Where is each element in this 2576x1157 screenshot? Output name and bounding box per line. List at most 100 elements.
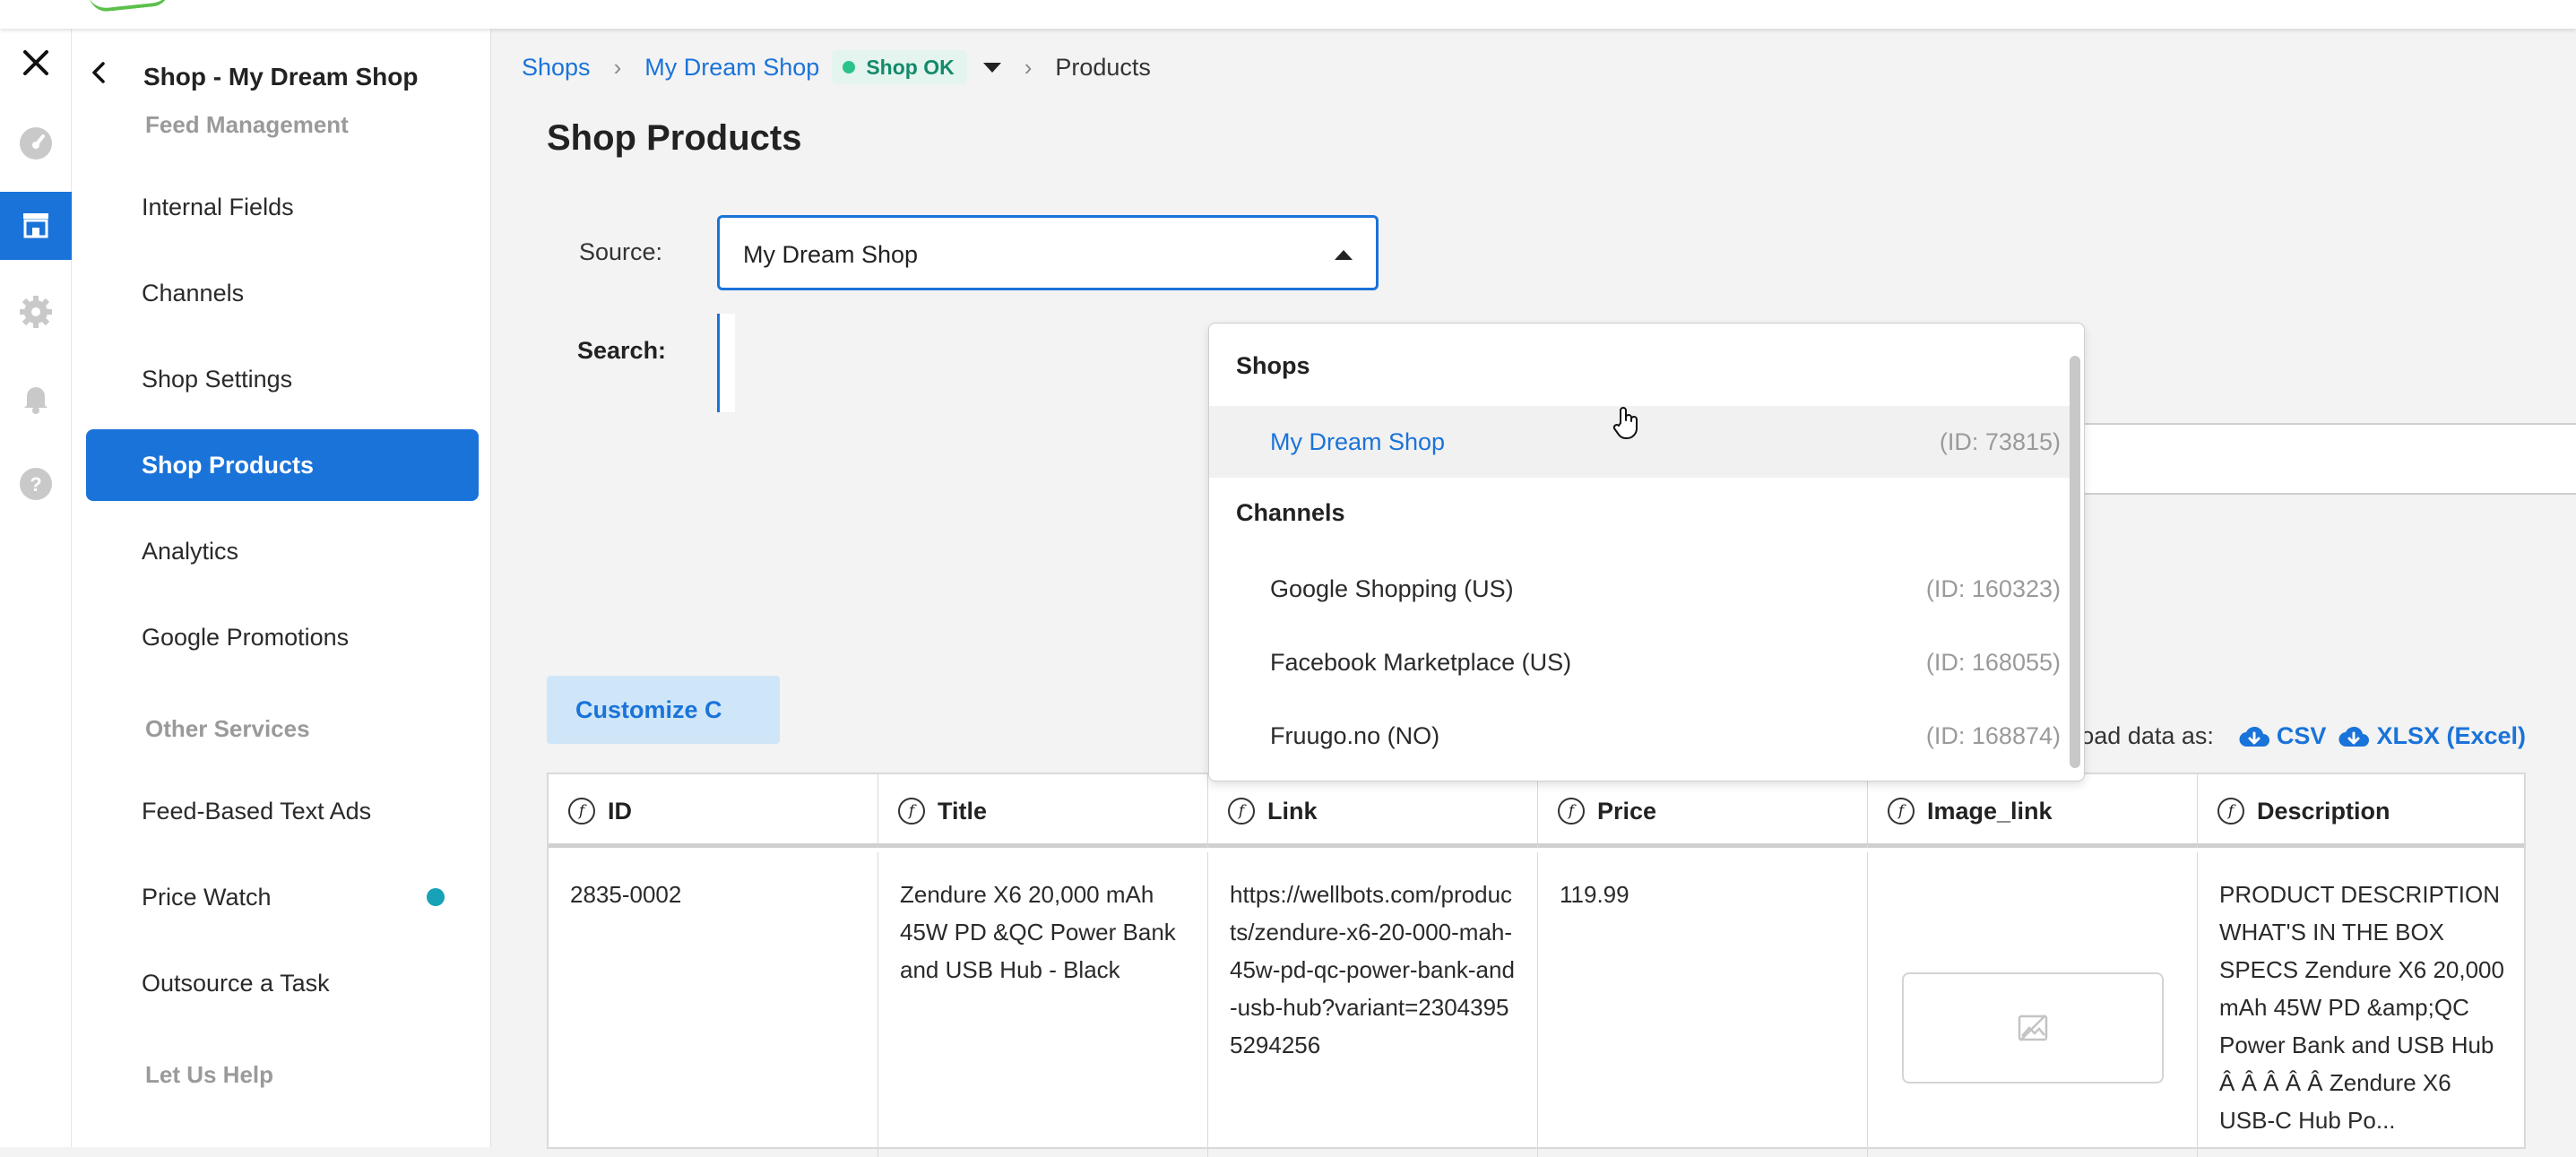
option-id: (ID: 73815) — [1939, 427, 2061, 455]
cell-description: PRODUCT DESCRIPTION WHAT'S IN THE BOX SP… — [2219, 881, 2504, 1134]
status-badge: Shop OK — [832, 50, 967, 84]
section-let-us-help: Let Us Help — [145, 1061, 274, 1088]
hand-cursor-icon — [1612, 407, 1638, 439]
column-header-label: ID — [608, 797, 632, 825]
search-input[interactable] — [717, 314, 735, 412]
status-text: Shop OK — [866, 55, 955, 79]
cell-id: 2835-0002 — [549, 852, 878, 1157]
page-title: Shop Products — [547, 118, 802, 158]
option-id: (ID: 168874) — [1925, 721, 2061, 749]
settings-button[interactable] — [0, 278, 72, 346]
sidebar-item-shop-settings[interactable]: Shop Settings — [86, 343, 479, 415]
close-button[interactable] — [0, 29, 72, 97]
main-content: Shops › My Dream Shop Shop OK › Products… — [491, 29, 2576, 1157]
sidebar-item-google-promotions[interactable]: Google Promotions — [86, 601, 479, 673]
shop-menu-caret-icon[interactable] — [982, 62, 1001, 73]
column-header-title[interactable]: f Title — [878, 774, 1208, 848]
source-select[interactable]: My Dream Shop — [717, 215, 1379, 290]
source-select-value: My Dream Shop — [743, 241, 919, 268]
download-xlsx-link[interactable]: XLSX (Excel) — [2338, 722, 2526, 750]
image-placeholder — [1902, 972, 2164, 1084]
column-header-price[interactable]: f Price — [1538, 774, 1868, 848]
cell-image-link — [1868, 852, 2198, 1157]
section-feed-management: Feed Management — [145, 111, 349, 138]
column-header-label: Image_link — [1927, 797, 2053, 825]
option-label: Google Shopping (US) — [1270, 574, 1514, 602]
back-button[interactable] — [86, 59, 113, 91]
column-header-id[interactable]: f ID — [549, 774, 878, 848]
option-id: (ID: 168055) — [1925, 648, 2061, 676]
function-icon: f — [1888, 798, 1915, 825]
dropdown-option-google-shopping[interactable]: Google Shopping (US) (ID: 160323) — [1209, 553, 2071, 625]
column-header-label: Price — [1597, 797, 1657, 825]
dropdown-group-channels: Channels — [1236, 499, 1345, 526]
store-button[interactable] — [0, 192, 72, 260]
function-icon: f — [898, 798, 925, 825]
download-bar: Download data as: CSV XLSX (Excel) — [2013, 722, 2526, 750]
sidebar-item-label: Price Watch — [142, 883, 272, 911]
option-label: Fruugo.no (NO) — [1270, 721, 1440, 749]
gear-icon — [20, 296, 52, 328]
option-label: Facebook Marketplace (US) — [1270, 648, 1572, 676]
function-icon: f — [1228, 798, 1255, 825]
sidebar-item-analytics[interactable]: Analytics — [86, 515, 479, 587]
option-id: (ID: 160323) — [1925, 574, 2061, 602]
cell-link[interactable]: https://wellbots.com/products/zendure-x6… — [1208, 852, 1538, 1157]
products-table: f ID f Title f Link f Price f Image_link f Des… — [547, 773, 2526, 1157]
broken-image-icon — [2018, 1015, 2048, 1041]
breadcrumb: Shops › My Dream Shop Shop OK › Products — [522, 45, 1151, 90]
option-label: My Dream Shop — [1270, 427, 1446, 455]
dropdown-option-facebook-marketplace[interactable]: Facebook Marketplace (US) (ID: 168055) — [1209, 626, 2071, 698]
breadcrumb-shop[interactable]: My Dream Shop — [644, 54, 819, 82]
column-header-label: Link — [1267, 797, 1318, 825]
dashboard-icon — [20, 127, 52, 160]
sidebar-item-outsource-a-task[interactable]: Outsource a Task — [86, 947, 479, 1019]
cell-title: Zendure X6 20,000 mAh 45W PD &QC Power B… — [878, 852, 1208, 1157]
xlsx-label: XLSX (Excel) — [2376, 722, 2526, 749]
download-csv-link[interactable]: CSV — [2239, 722, 2327, 750]
top-bar — [0, 0, 2576, 29]
chevron-right-icon: › — [613, 53, 622, 81]
chevron-right-icon: › — [1024, 53, 1033, 81]
svg-text:?: ? — [30, 473, 41, 496]
column-header-image-link[interactable]: f Image_link — [1868, 774, 2198, 848]
column-header-link[interactable]: f Link — [1208, 774, 1538, 848]
sidebar-header: Shop - My Dream Shop — [72, 47, 491, 100]
icon-rail: ? — [0, 29, 72, 1147]
source-dropdown-menu: Shops My Dream Shop (ID: 73815) Channels… — [1208, 323, 2085, 781]
dropdown-option-fruugo[interactable]: Fruugo.no (NO) (ID: 168874) — [1209, 700, 2071, 772]
dropdown-scrollbar[interactable] — [2070, 356, 2080, 768]
customize-columns-button[interactable]: Customize C — [547, 676, 780, 744]
section-other-services: Other Services — [145, 715, 310, 742]
chevron-left-icon — [92, 62, 105, 83]
column-header-label: Title — [938, 797, 988, 825]
dropdown-group-shops: Shops — [1236, 352, 1310, 379]
sidebar-title: Shop - My Dream Shop — [143, 63, 419, 91]
notification-dot — [427, 888, 445, 906]
cloud-download-icon — [2338, 726, 2370, 747]
sidebar-item-channels[interactable]: Channels — [86, 257, 479, 329]
logo — [89, 0, 171, 13]
source-label: Source: — [579, 238, 663, 265]
caret-up-icon — [1335, 250, 1353, 260]
sidebar-item-feed-based-text-ads[interactable]: Feed-Based Text Ads — [86, 775, 479, 847]
close-icon — [23, 50, 48, 75]
help-button[interactable]: ? — [0, 450, 72, 518]
notifications-button[interactable] — [0, 364, 72, 432]
breadcrumb-shops[interactable]: Shops — [522, 54, 591, 82]
sidebar-item-price-watch[interactable]: Price Watch — [86, 861, 479, 933]
bell-icon — [24, 387, 48, 414]
store-icon — [23, 213, 48, 238]
column-header-label: Description — [2257, 797, 2390, 825]
dashboard-button[interactable] — [0, 109, 72, 177]
help-icon: ? — [20, 468, 52, 500]
csv-label: CSV — [2276, 722, 2327, 749]
sidebar-item-internal-fields[interactable]: Internal Fields — [86, 171, 479, 243]
table-header: f ID f Title f Link f Price f Image_link f Des… — [549, 774, 2524, 848]
function-icon: f — [2217, 798, 2244, 825]
sidebar-item-shop-products[interactable]: Shop Products — [86, 429, 479, 501]
function-icon: f — [1558, 798, 1585, 825]
column-header-description[interactable]: f Description — [2198, 774, 2524, 848]
search-label: Search: — [577, 337, 667, 364]
cell-price: 119.99 — [1538, 852, 1868, 1157]
